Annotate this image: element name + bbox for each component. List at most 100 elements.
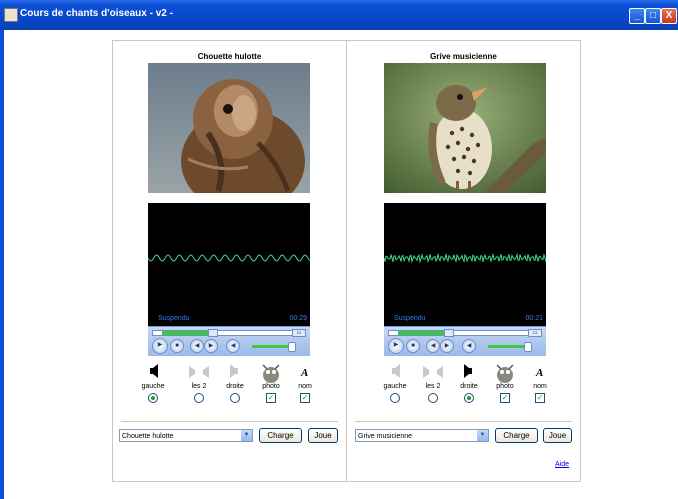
checkbox-photo[interactable]: ✓ [500, 393, 510, 403]
volume-handle[interactable] [524, 342, 532, 352]
window-titlebar: Cours de chants d'oiseaux - v2 - _ □ X [0, 0, 678, 30]
bird-select-value: Grive musicienne [358, 433, 413, 440]
play-button[interactable]: ▶ [152, 338, 168, 354]
option-photo-label: photo [496, 383, 514, 390]
chevron-down-icon[interactable]: ▼ [240, 430, 252, 441]
media-status: Suspendu [158, 315, 190, 322]
media-player: Suspendu 00:21 ▭ ▶ ■ ◀ ▶ ◀ [384, 203, 546, 356]
channel-droite: droite [223, 363, 247, 403]
speaker-left-icon [383, 363, 407, 379]
separator [121, 421, 338, 422]
speaker-both-icon [187, 363, 211, 379]
minimize-button[interactable]: _ [629, 8, 645, 24]
radio-gauche[interactable] [390, 393, 400, 403]
bird-select[interactable]: Chouette hulotte ▼ [119, 429, 253, 442]
waveform [384, 252, 546, 264]
option-nom: A nom ✓ [293, 363, 317, 403]
seek-handle[interactable] [208, 329, 218, 337]
channel-gauche-label: gauche [383, 383, 407, 390]
play-button[interactable]: ▶ [388, 338, 404, 354]
channel-gauche: gauche [383, 363, 407, 403]
stop-button[interactable]: ■ [170, 339, 184, 353]
bird-name-title: Chouette hulotte [197, 52, 262, 61]
app-icon [4, 8, 18, 22]
media-status: Suspendu [394, 315, 426, 322]
fullscreen-icon[interactable]: ▭ [528, 329, 542, 337]
charge-button[interactable]: Charge [259, 428, 302, 443]
joue-button[interactable]: Joue [308, 428, 338, 443]
visualization-screen: Suspendu 00:29 [148, 203, 310, 326]
next-button[interactable]: ▶ [204, 339, 218, 353]
bird-name-title: Grive musicienne [430, 52, 497, 61]
close-button[interactable]: X [661, 8, 677, 24]
bird-photo-owl [148, 63, 310, 193]
channel-les2: les 2 [187, 363, 211, 403]
channel-les2-label: les 2 [191, 383, 207, 390]
window-title: Cours de chants d'oiseaux - v2 - [20, 8, 173, 19]
checkbox-nom[interactable]: ✓ [300, 393, 310, 403]
owl-photo-icon [259, 363, 283, 383]
window-frame-left [0, 30, 4, 499]
player-controls: ▭ ▶ ■ ◀ ▶ ◀ [384, 326, 546, 356]
option-photo: photo ✓ [259, 363, 283, 403]
channel-gauche-label: gauche [141, 383, 165, 390]
bird-photo-thrush [384, 63, 546, 193]
text-name-icon: A [528, 363, 552, 379]
channel-gauche: gauche [141, 363, 165, 403]
checkbox-photo[interactable]: ✓ [266, 393, 276, 403]
channel-droite-label: droite [226, 383, 244, 390]
mute-button[interactable]: ◀ [226, 339, 240, 353]
radio-droite[interactable] [230, 393, 240, 403]
channel-droite: droite [457, 363, 481, 403]
next-button[interactable]: ▶ [440, 339, 454, 353]
bird-panel-left: Chouette hulotte Suspendu 00:29 ▭ ▶ ■ ◀ … [112, 40, 347, 482]
volume-slider[interactable] [488, 345, 526, 348]
bird-select-value: Chouette hulotte [122, 433, 174, 440]
text-name-icon: A [293, 363, 317, 379]
channel-les2: les 2 [421, 363, 445, 403]
option-nom-label: nom [298, 383, 312, 390]
speaker-left-icon [141, 363, 165, 379]
media-time: 00:29 [289, 315, 307, 322]
speaker-right-icon [457, 363, 481, 379]
visualization-screen: Suspendu 00:21 [384, 203, 546, 326]
media-time: 00:21 [525, 315, 543, 322]
owl-photo-icon [493, 363, 517, 383]
radio-les2[interactable] [194, 393, 204, 403]
bird-panel-right: Grive musicienne Suspendu 00:21 ▭ ▶ ■ ◀ … [346, 40, 581, 482]
speaker-both-icon [421, 363, 445, 379]
bird-select[interactable]: Grive musicienne ▼ [355, 429, 489, 442]
previous-button[interactable]: ◀ [426, 339, 440, 353]
seek-progress [162, 331, 208, 335]
mute-button[interactable]: ◀ [462, 339, 476, 353]
media-player: Suspendu 00:29 ▭ ▶ ■ ◀ ▶ ◀ [148, 203, 310, 356]
svg-text:A: A [300, 367, 308, 379]
channel-les2-label: les 2 [425, 383, 441, 390]
radio-les2[interactable] [428, 393, 438, 403]
seek-progress [398, 331, 444, 335]
radio-droite[interactable] [464, 393, 474, 403]
volume-slider[interactable] [252, 345, 290, 348]
stop-button[interactable]: ■ [406, 339, 420, 353]
help-link[interactable]: Aide [555, 461, 569, 468]
waveform [148, 254, 310, 262]
checkbox-nom[interactable]: ✓ [535, 393, 545, 403]
option-nom: A nom ✓ [528, 363, 552, 403]
previous-button[interactable]: ◀ [190, 339, 204, 353]
seek-handle[interactable] [444, 329, 454, 337]
svg-text:A: A [535, 367, 543, 379]
chevron-down-icon[interactable]: ▼ [476, 430, 488, 441]
volume-handle[interactable] [288, 342, 296, 352]
radio-gauche[interactable] [148, 393, 158, 403]
speaker-right-icon [223, 363, 247, 379]
player-controls: ▭ ▶ ■ ◀ ▶ ◀ [148, 326, 310, 356]
maximize-button[interactable]: □ [645, 8, 661, 24]
fullscreen-icon[interactable]: ▭ [292, 329, 306, 337]
channel-droite-label: droite [460, 383, 478, 390]
option-photo-label: photo [262, 383, 280, 390]
option-photo: photo ✓ [493, 363, 517, 403]
separator [355, 421, 572, 422]
joue-button[interactable]: Joue [543, 428, 572, 443]
charge-button[interactable]: Charge [495, 428, 538, 443]
option-nom-label: nom [533, 383, 547, 390]
